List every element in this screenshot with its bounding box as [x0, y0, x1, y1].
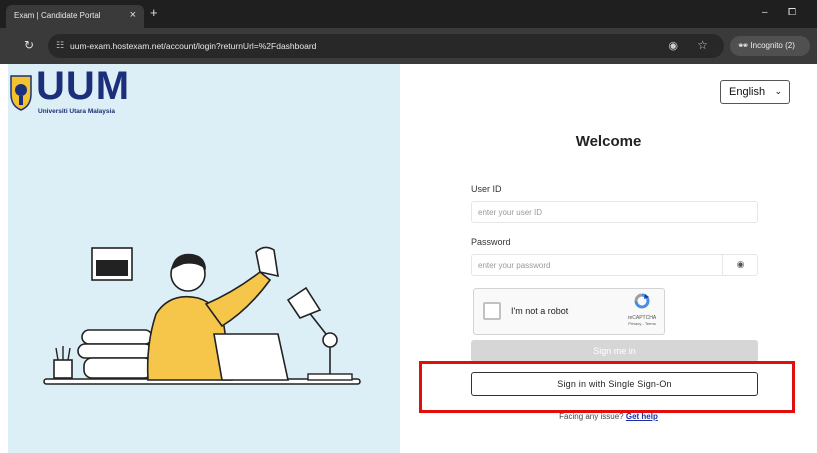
chevron-down-icon: ⌄	[774, 86, 782, 96]
minimize-icon[interactable]: –	[762, 7, 768, 18]
recaptcha-logo: reCAPTCHA Privacy - Terms	[622, 293, 662, 326]
user-id-input[interactable]: enter your user ID	[471, 201, 758, 223]
tab-title: Exam | Candidate Portal	[14, 11, 101, 20]
logo-text: UUM	[36, 64, 131, 108]
show-password-eye-icon[interactable]: ◉	[722, 254, 758, 276]
university-seal-icon	[10, 75, 32, 111]
bookmark-star-icon[interactable]: ☆	[697, 38, 708, 52]
student-laptop-illustration	[43, 246, 361, 385]
language-select[interactable]: English ⌄	[720, 80, 790, 104]
browser-window: Exam | Candidate Portal × + – ⧠ ↻ ☷ uum-…	[0, 0, 817, 453]
recaptcha-widget: I'm not a robot reCAPTCHA Privacy - Term…	[473, 288, 665, 335]
illustration-panel: UUM Universiti Utara Malaysia	[8, 64, 400, 453]
address-bar[interactable]: ☷ uum-exam.hostexam.net/account/login?re…	[48, 34, 724, 58]
recaptcha-icon	[634, 293, 650, 309]
incognito-icon: 🕶	[738, 41, 749, 50]
user-id-label: User ID	[471, 184, 502, 194]
language-value: English	[729, 86, 766, 98]
new-tab-icon[interactable]: +	[150, 5, 158, 20]
recaptcha-links[interactable]: Privacy - Terms	[622, 321, 662, 326]
help-prompt: Facing any issue?	[559, 412, 624, 421]
maximize-icon[interactable]: ⧠	[788, 7, 796, 18]
password-placeholder: enter your password	[478, 261, 551, 270]
browser-toolbar: ↻ ☷ uum-exam.hostexam.net/account/login?…	[0, 28, 817, 64]
sso-highlight-box	[419, 361, 795, 413]
university-name: Universiti Utara Malaysia	[38, 108, 115, 115]
eye-off-icon[interactable]: ◉	[668, 39, 678, 52]
site-info-icon[interactable]: ☷	[56, 40, 64, 51]
incognito-badge[interactable]: 🕶 Incognito (2)	[730, 36, 810, 56]
user-id-placeholder: enter your user ID	[478, 208, 543, 217]
help-text: Facing any issue? Get help	[400, 412, 817, 421]
page-title: Welcome	[575, 133, 642, 150]
url-text: uum-exam.hostexam.net/account/login?retu…	[70, 41, 317, 51]
password-label: Password	[471, 237, 511, 247]
incognito-label: Incognito (2)	[750, 41, 795, 50]
recaptcha-checkbox[interactable]	[483, 302, 501, 320]
get-help-link[interactable]: Get help	[626, 412, 658, 421]
browser-tab[interactable]: Exam | Candidate Portal ×	[6, 5, 144, 28]
reload-icon[interactable]: ↻	[24, 38, 34, 52]
password-input[interactable]: enter your password	[471, 254, 758, 276]
tab-bar: Exam | Candidate Portal × + – ⧠	[0, 0, 817, 28]
tab-close-icon[interactable]: ×	[130, 9, 136, 21]
recaptcha-label: I'm not a robot	[511, 306, 569, 316]
sign-in-button[interactable]: Sign me in	[471, 340, 758, 362]
